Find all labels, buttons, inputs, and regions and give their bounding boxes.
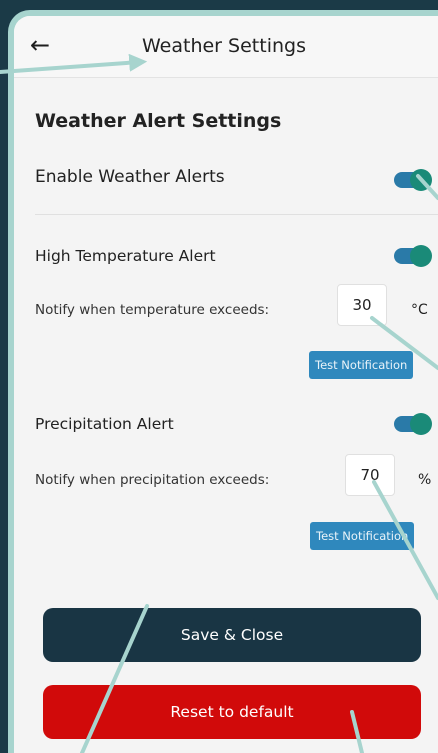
save-close-button[interactable]: Save & Close [43, 608, 421, 662]
page-title: Weather Settings [142, 35, 306, 57]
toggle-knob [410, 245, 432, 267]
divider [35, 214, 438, 215]
temperature-unit: °C [411, 302, 428, 318]
precipitation-unit: % [418, 472, 432, 488]
arrow-left-icon[interactable]: ← [30, 30, 50, 60]
enable-weather-alerts-toggle[interactable] [394, 169, 432, 191]
temperature-notify-label: Notify when temperature exceeds: [35, 302, 270, 318]
enable-weather-alerts-label: Enable Weather Alerts [35, 167, 225, 187]
precipitation-test-notification-button[interactable]: Test Notification [310, 522, 415, 550]
toggle-knob [410, 169, 432, 191]
section-title: Weather Alert Settings [35, 110, 282, 132]
toggle-knob [410, 413, 432, 435]
precipitation-alert-toggle[interactable] [394, 413, 432, 435]
app-bar: ← Weather Settings [14, 16, 438, 78]
high-temperature-alert-label: High Temperature Alert [35, 247, 216, 265]
temperature-threshold-input[interactable] [337, 284, 387, 326]
precipitation-alert-label: Precipitation Alert [35, 415, 174, 433]
phone-frame: ← Weather Settings Weather Alert Setting… [8, 10, 438, 753]
high-temperature-alert-toggle[interactable] [394, 245, 432, 267]
reset-default-button[interactable]: Reset to default [43, 685, 421, 739]
precipitation-notify-label: Notify when precipitation exceeds: [35, 472, 270, 488]
precipitation-threshold-input[interactable] [345, 454, 395, 496]
temperature-test-notification-button[interactable]: Test Notification [309, 351, 414, 379]
